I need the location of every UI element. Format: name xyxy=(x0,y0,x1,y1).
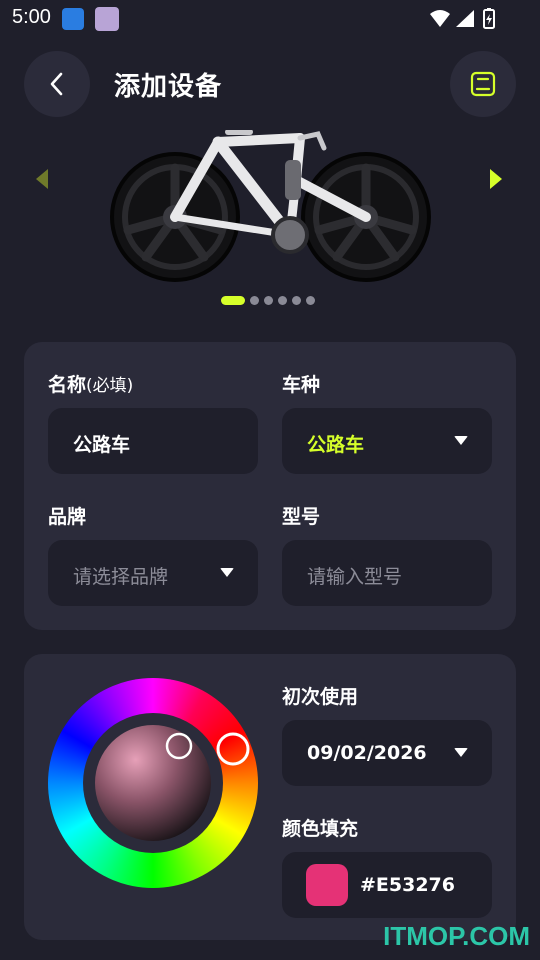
brand-select-placeholder: 请选择品牌 xyxy=(73,566,169,588)
name-input-value: 公路车 xyxy=(73,434,131,456)
first-use-date-select[interactable]: 09/02/2026 xyxy=(282,720,492,786)
carousel-dot[interactable] xyxy=(278,296,287,305)
carousel-dot[interactable] xyxy=(292,296,301,305)
dropdown-caret-icon xyxy=(220,568,234,577)
chevron-left-icon xyxy=(50,72,63,96)
status-time: 5:00 xyxy=(12,6,51,28)
type-select[interactable]: 公路车 xyxy=(282,408,492,474)
type-label: 车种 xyxy=(282,374,321,396)
status-bar: 5:00 xyxy=(0,0,540,36)
type-select-value: 公路车 xyxy=(307,434,365,456)
name-label-text: 名称 xyxy=(48,374,87,396)
carousel-prev-icon[interactable] xyxy=(34,168,50,190)
dropdown-caret-icon xyxy=(454,748,468,757)
save-button[interactable] xyxy=(450,51,516,117)
brand-select[interactable]: 请选择品牌 xyxy=(48,540,258,606)
carousel-dot[interactable] xyxy=(221,296,245,305)
app-notification-icon xyxy=(95,7,119,31)
save-icon xyxy=(470,71,496,97)
bike-image xyxy=(110,130,431,282)
required-hint: (必填) xyxy=(86,376,134,396)
wifi-icon xyxy=(430,10,450,27)
back-button[interactable] xyxy=(24,51,90,117)
cell-signal-icon xyxy=(456,10,474,27)
name-label: 名称(必填) xyxy=(48,370,133,397)
carousel-next-icon[interactable] xyxy=(488,168,504,190)
color-value-field[interactable]: #E53276 xyxy=(282,852,492,918)
watermark: ITMOP.COM xyxy=(383,921,530,951)
dropdown-caret-icon xyxy=(454,436,468,445)
translate-app-icon xyxy=(62,8,84,30)
color-picker-wheel[interactable] xyxy=(48,678,258,888)
carousel-dot[interactable] xyxy=(264,296,273,305)
color-swatch xyxy=(306,864,348,906)
carousel-dot[interactable] xyxy=(250,296,259,305)
name-input[interactable]: 公路车 xyxy=(48,408,258,474)
page-title: 添加设备 xyxy=(114,72,223,102)
model-label: 型号 xyxy=(282,506,321,528)
basic-info-card: 名称(必填) 公路车 车种 公路车 品牌 请选择品牌 型号 请输入型号 xyxy=(24,342,516,630)
model-input[interactable]: 请输入型号 xyxy=(282,540,492,606)
brand-label: 品牌 xyxy=(48,506,87,528)
saturation-brightness-area[interactable] xyxy=(95,725,211,841)
first-use-label: 初次使用 xyxy=(282,686,359,708)
carousel-pagination xyxy=(221,296,315,305)
color-fill-label: 颜色填充 xyxy=(282,818,359,840)
carousel-dot[interactable] xyxy=(306,296,315,305)
first-use-date-value: 09/02/2026 xyxy=(307,742,427,764)
color-hex-value: #E53276 xyxy=(360,874,455,896)
signal-icons xyxy=(430,8,495,29)
model-input-placeholder: 请输入型号 xyxy=(307,566,403,588)
